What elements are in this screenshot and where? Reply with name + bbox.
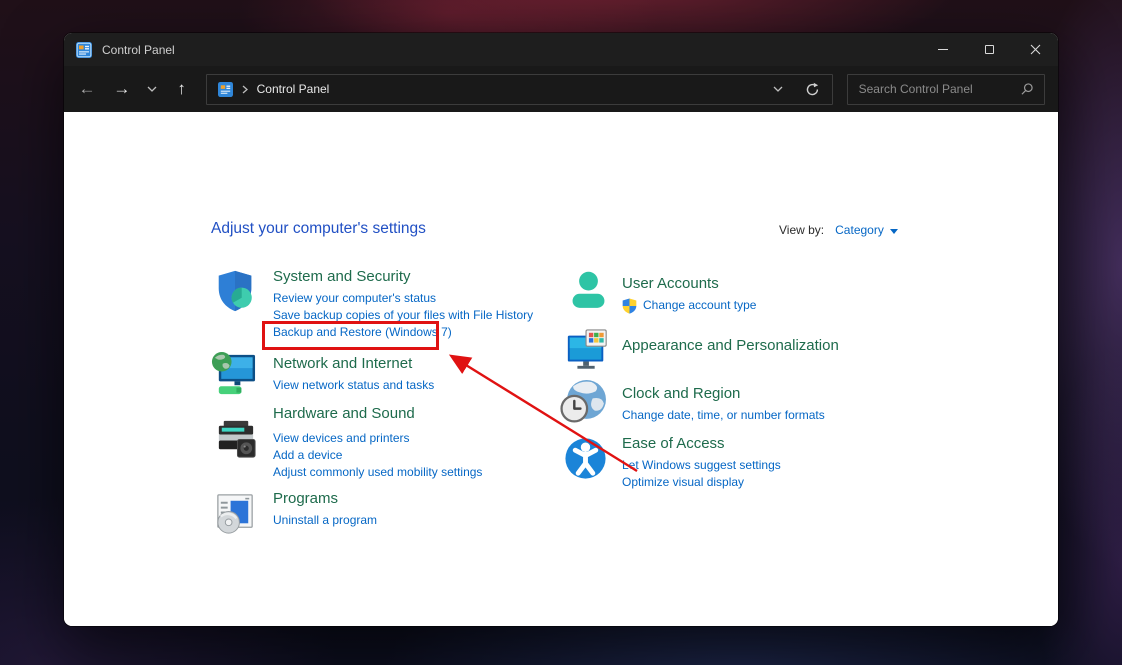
- link-review-computer-status[interactable]: Review your computer's status: [273, 290, 533, 307]
- address-dropdown-chevron-icon[interactable]: [773, 86, 783, 92]
- hardware-sound-icon[interactable]: [212, 415, 259, 462]
- search-box[interactable]: [847, 74, 1045, 105]
- view-by-value[interactable]: Category: [835, 223, 884, 237]
- maximize-button[interactable]: [966, 33, 1012, 66]
- link-view-devices-printers[interactable]: View devices and printers: [273, 430, 482, 447]
- control-panel-app-icon: [76, 42, 92, 58]
- minimize-icon: [938, 49, 948, 50]
- control-panel-window: Control Panel ← → ↑: [64, 33, 1058, 626]
- system-security-icon[interactable]: [212, 268, 258, 314]
- link-change-account-type[interactable]: Change account type: [643, 297, 756, 314]
- refresh-icon[interactable]: [805, 82, 820, 97]
- navigation-toolbar: ← → ↑ Control Panel: [64, 66, 1058, 112]
- back-button[interactable]: ←: [72, 74, 102, 104]
- maximize-icon: [985, 45, 994, 54]
- forward-button[interactable]: →: [107, 74, 137, 104]
- category-user-accounts: User Accounts Change account type: [622, 274, 756, 314]
- ease-of-access-icon[interactable]: [562, 435, 609, 482]
- category-system-security: System and Security Review your computer…: [273, 267, 533, 341]
- minimize-button[interactable]: [920, 33, 966, 66]
- back-icon: ←: [78, 79, 95, 99]
- network-internet-icon[interactable]: [210, 350, 257, 397]
- search-input[interactable]: [848, 82, 1020, 96]
- recent-pages-button[interactable]: [137, 74, 167, 104]
- control-panel-home: Adjust your computer's settings View by:…: [64, 112, 1058, 626]
- up-icon: ↑: [177, 79, 186, 99]
- link-uninstall-program[interactable]: Uninstall a program: [273, 512, 377, 529]
- link-windows-suggest-settings[interactable]: Let Windows suggest settings: [622, 457, 781, 474]
- link-adjust-mobility-settings[interactable]: Adjust commonly used mobility settings: [273, 464, 482, 481]
- search-icon[interactable]: [1020, 82, 1034, 96]
- category-ease-of-access: Ease of Access Let Windows suggest setti…: [622, 434, 781, 491]
- close-button[interactable]: [1012, 33, 1058, 66]
- category-title-ease-of-access[interactable]: Ease of Access: [622, 434, 781, 454]
- breadcrumb-chevron-icon: [242, 85, 248, 94]
- category-network-internet: Network and Internet View network status…: [273, 354, 434, 394]
- category-title-programs[interactable]: Programs: [273, 489, 377, 509]
- category-clock-region: Clock and Region Change date, time, or n…: [622, 384, 825, 424]
- view-by-control: View by: Category: [779, 223, 898, 237]
- breadcrumb-control-panel-icon: [218, 82, 233, 97]
- category-title-appearance-personalization[interactable]: Appearance and Personalization: [622, 336, 839, 356]
- address-bar[interactable]: Control Panel: [206, 74, 833, 105]
- uac-shield-icon: [622, 298, 637, 314]
- category-title-network-internet[interactable]: Network and Internet: [273, 354, 434, 374]
- page-title: Adjust your computer's settings: [211, 220, 426, 238]
- appearance-personalization-icon[interactable]: [564, 328, 610, 374]
- close-icon: [1030, 44, 1041, 55]
- programs-icon[interactable]: [212, 490, 259, 537]
- up-button[interactable]: ↑: [167, 74, 197, 104]
- category-title-system-security[interactable]: System and Security: [273, 267, 533, 287]
- link-change-date-time-formats[interactable]: Change date, time, or number formats: [622, 407, 825, 424]
- chevron-down-icon: [147, 86, 157, 92]
- clock-region-icon[interactable]: [559, 378, 608, 427]
- link-file-history-backup[interactable]: Save backup copies of your files with Fi…: [273, 307, 533, 324]
- breadcrumb-control-panel[interactable]: Control Panel: [257, 82, 330, 96]
- window-title: Control Panel: [102, 43, 175, 57]
- forward-icon: →: [113, 79, 130, 99]
- link-add-device[interactable]: Add a device: [273, 447, 482, 464]
- view-by-dropdown-icon[interactable]: [890, 229, 898, 234]
- user-accounts-icon[interactable]: [566, 268, 611, 313]
- category-appearance-personalization: Appearance and Personalization: [622, 336, 839, 359]
- category-hardware-sound: Hardware and Sound View devices and prin…: [273, 404, 482, 481]
- titlebar[interactable]: Control Panel: [64, 33, 1058, 66]
- link-view-network-status[interactable]: View network status and tasks: [273, 377, 434, 394]
- view-by-label: View by:: [779, 223, 824, 237]
- category-programs: Programs Uninstall a program: [273, 489, 377, 529]
- category-title-hardware-sound[interactable]: Hardware and Sound: [273, 404, 482, 424]
- link-optimize-visual-display[interactable]: Optimize visual display: [622, 474, 781, 491]
- category-title-user-accounts[interactable]: User Accounts: [622, 274, 756, 294]
- category-title-clock-region[interactable]: Clock and Region: [622, 384, 825, 404]
- link-backup-restore-windows7[interactable]: Backup and Restore (Windows 7): [273, 324, 533, 341]
